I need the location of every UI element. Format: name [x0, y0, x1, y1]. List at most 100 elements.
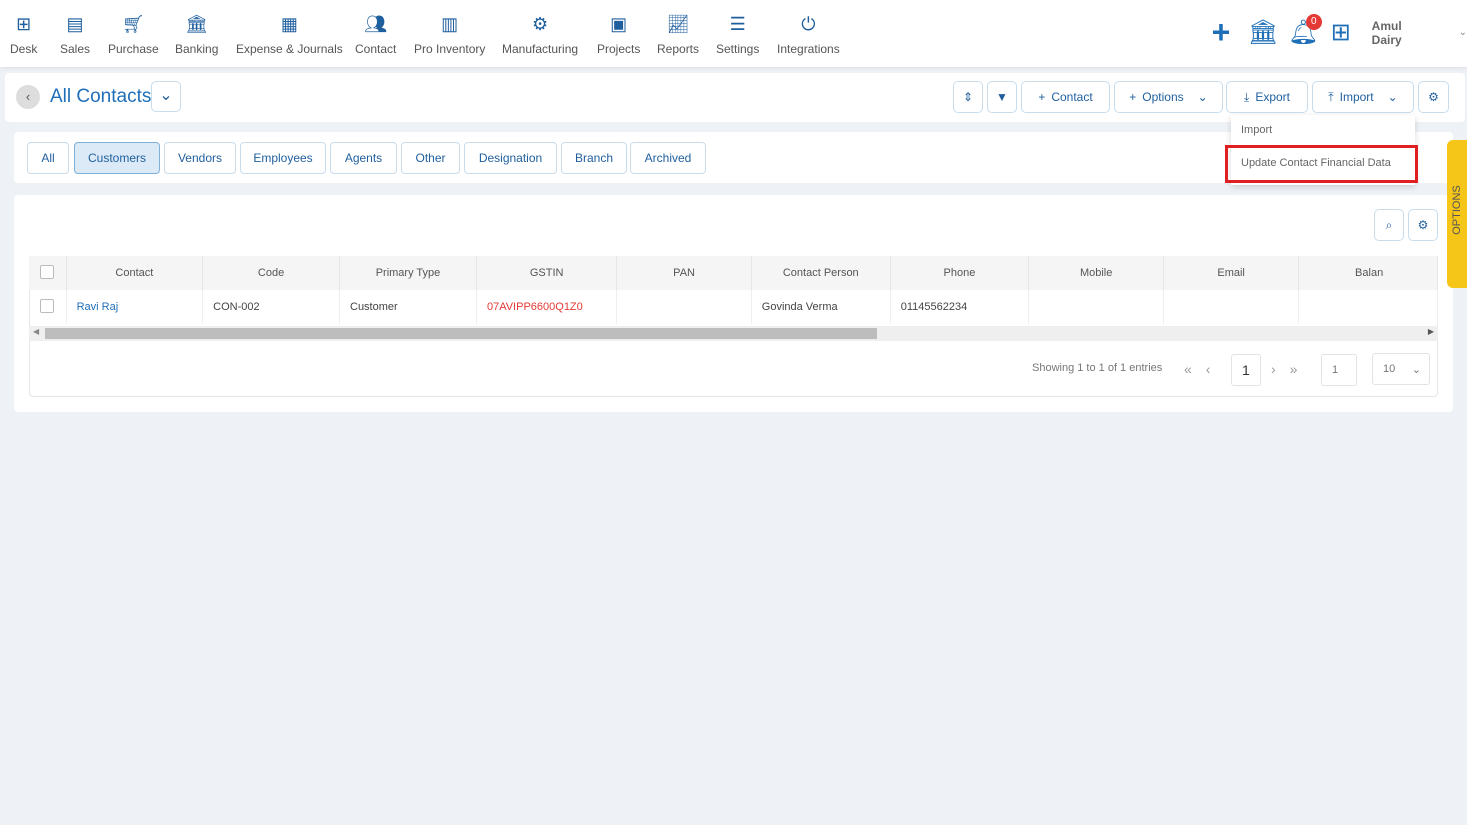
bank-icon: 🏛︎ [185, 14, 209, 34]
nav-sales[interactable]: ▤ Sales [60, 12, 90, 56]
select-all-checkbox[interactable] [40, 264, 55, 279]
mobile-cell [1028, 290, 1165, 324]
column-header[interactable]: Code [202, 256, 340, 290]
options-button[interactable]: + Options ⌄ [1114, 81, 1223, 113]
prev-page-icon[interactable]: ‹ [1206, 361, 1211, 377]
scroll-right-icon[interactable]: ▶ [1428, 327, 1434, 336]
current-page[interactable]: 1 [1231, 354, 1261, 386]
column-header[interactable]: Primary Type [339, 256, 477, 290]
add-contact-button[interactable]: + Contact [1021, 81, 1110, 113]
search-icon: ⌕ [1385, 217, 1393, 232]
row-checkbox[interactable] [40, 298, 54, 313]
column-header[interactable]: Mobile [1028, 256, 1165, 290]
column-header[interactable]: Contact Person [751, 256, 891, 290]
menu-item-import[interactable]: Import [1231, 115, 1415, 148]
column-header[interactable]: Email [1163, 256, 1300, 290]
phone-cell: 01145562234 [890, 290, 1030, 324]
pan-cell [616, 290, 752, 324]
reports-icon: 📈︎ [666, 14, 690, 34]
nav-desk[interactable]: ⊞ Desk [10, 12, 37, 56]
page-title: All Contacts [50, 86, 152, 107]
tab-agents[interactable]: Agents [330, 142, 397, 174]
pagination-nav: «‹ [1184, 361, 1210, 377]
nav-pro-inventory[interactable]: ▥ Pro Inventory [414, 12, 485, 56]
tab-other[interactable]: Other [401, 142, 460, 174]
nav-integrations[interactable]: ⏻ Integrations [777, 12, 840, 56]
filter-icon: ▼ [996, 90, 1008, 104]
contact-person-cell: Govinda Verma [751, 290, 891, 324]
options-side-tab[interactable]: OPTIONS [1447, 140, 1467, 288]
tab-all[interactable]: All [27, 142, 69, 174]
tab-branch[interactable]: Branch [561, 142, 627, 174]
export-button[interactable]: ⤓ Export [1226, 81, 1308, 113]
nav-contact[interactable]: 👥︎ Contact [355, 12, 396, 56]
manufacturing-icon: ⚙︎ [531, 14, 549, 34]
nav-expense-journals[interactable]: ▦ Expense & Journals [236, 12, 343, 56]
column-header[interactable]: Balan [1298, 256, 1438, 290]
gear-icon: ⚙ [1417, 218, 1429, 232]
next-page-icon[interactable]: › [1271, 361, 1276, 377]
horizontal-scrollbar[interactable]: ◀ ▶ [29, 326, 1438, 341]
nav-purchase[interactable]: 🛒︎ Purchase [108, 12, 159, 56]
email-cell [1163, 290, 1300, 324]
column-header[interactable]: GSTIN [476, 256, 618, 290]
settings-sliders-icon: ☰ [729, 14, 746, 34]
highlight-box [1225, 145, 1418, 183]
desk-grid-icon: ⊞ [16, 14, 32, 34]
last-page-icon[interactable]: » [1290, 361, 1298, 377]
bell-icon[interactable]: 🔔︎ 0 [1288, 14, 1322, 47]
tab-designation[interactable]: Designation [464, 142, 557, 174]
nav-manufacturing[interactable]: ⚙︎ Manufacturing [502, 12, 578, 56]
chevron-down-icon[interactable]: ⌄ [1459, 27, 1467, 38]
bank-transfer-icon[interactable]: 🏛︎ [1248, 18, 1278, 47]
contact-name-link[interactable]: Ravi Raj [66, 290, 204, 324]
import-button[interactable]: ⤒ Import ⌄ [1312, 81, 1414, 113]
nav-projects[interactable]: ▣ Projects [597, 12, 640, 56]
plus-icon: + [1129, 90, 1137, 104]
column-header[interactable]: Contact [66, 256, 204, 290]
apps-grid-icon[interactable]: ⊞ [1328, 18, 1354, 47]
first-page-icon[interactable]: « [1184, 361, 1192, 377]
table-settings-button[interactable]: ⚙ [1408, 209, 1438, 241]
nav-reports[interactable]: 📈︎ Reports [657, 12, 699, 56]
tab-employees[interactable]: Employees [240, 142, 326, 174]
scroll-left-icon[interactable]: ◀ [33, 327, 39, 336]
column-header[interactable]: PAN [616, 256, 752, 290]
filter-button[interactable]: ▼ [987, 81, 1017, 113]
code-cell: CON-002 [202, 290, 340, 324]
tab-customers[interactable]: Customers [74, 142, 160, 174]
page-size-select[interactable]: 10 ⌄ [1372, 353, 1430, 385]
projects-icon: ▣ [610, 14, 628, 34]
inventory-icon: ▥ [441, 14, 459, 34]
contact-people-icon: 👥︎ [364, 14, 388, 34]
balance-cell [1298, 290, 1438, 324]
contacts-table: Contact Code Primary Type GSTIN PAN Cont… [29, 256, 1438, 324]
pagination-nav-next: ›» [1271, 361, 1297, 377]
table-viewport: Contact Code Primary Type GSTIN PAN Cont… [29, 256, 1438, 326]
back-button[interactable]: ‹ [16, 85, 40, 109]
plus-icon: + [1038, 90, 1046, 104]
table-row: Ravi Raj CON-002 Customer 07AVIPP6600Q1Z… [29, 290, 1438, 324]
gear-icon: ⚙ [1428, 90, 1439, 104]
chevron-down-icon: ⌄ [1411, 363, 1421, 376]
quick-add-icon[interactable]: + [1208, 14, 1234, 51]
top-nav: ⊞ Desk ▤ Sales 🛒︎ Purchase 🏛︎ Banking ▦ Expen… [0, 0, 1467, 67]
goto-page-input[interactable]: 1 [1321, 354, 1357, 386]
sort-button[interactable]: ⇕ [953, 81, 983, 113]
search-button[interactable]: ⌕ [1374, 209, 1404, 241]
chevron-down-icon: ⌄ [1197, 90, 1208, 104]
nav-settings[interactable]: ☰ Settings [716, 12, 759, 56]
scrollbar-thumb[interactable] [45, 328, 877, 339]
primary-type-cell: Customer [339, 290, 477, 324]
nav-banking[interactable]: 🏛︎ Banking [175, 12, 218, 56]
company-selector[interactable]: Amul Dairy [1372, 19, 1435, 47]
row-select-cell [29, 290, 67, 324]
pagination-info: Showing 1 to 1 of 1 entries [1032, 362, 1163, 374]
view-dropdown-button[interactable]: ⌄ [151, 81, 181, 112]
notification-badge: 0 [1305, 14, 1322, 30]
column-header[interactable]: Phone [890, 256, 1030, 290]
settings-button[interactable]: ⚙ [1418, 81, 1449, 113]
tab-archived[interactable]: Archived [630, 142, 706, 174]
tab-vendors[interactable]: Vendors [164, 142, 236, 174]
sales-receipt-icon: ▤ [66, 14, 84, 34]
